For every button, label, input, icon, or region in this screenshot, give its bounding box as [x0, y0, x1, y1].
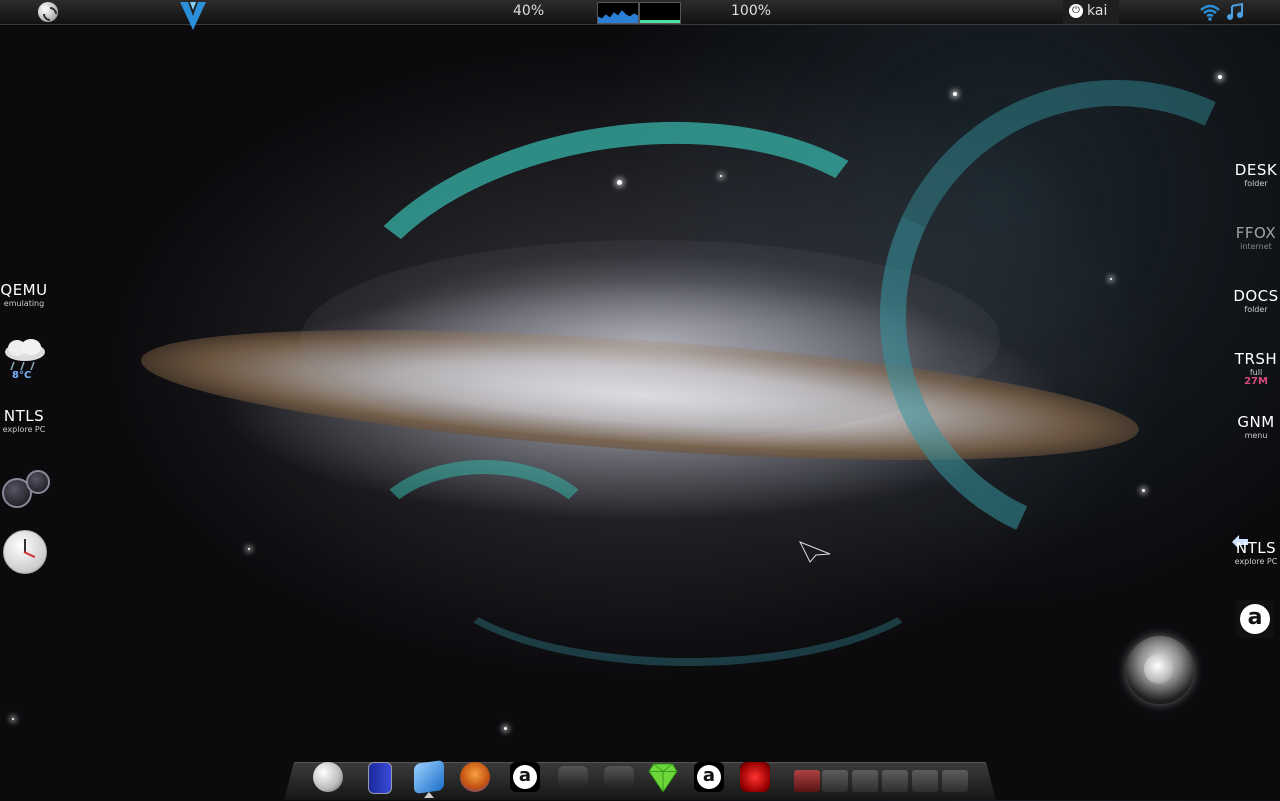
drive-icon[interactable] [558, 766, 588, 788]
v-logo-icon[interactable] [178, 0, 208, 34]
amarok-glyph: a [513, 765, 537, 789]
mouse-cursor-icon [798, 541, 831, 563]
star [1218, 75, 1222, 79]
star [504, 727, 507, 730]
launcher-title: NTLS [1235, 539, 1277, 557]
launcher-title: TRSH [1234, 350, 1278, 368]
launcher-desk[interactable]: DESK folder [1232, 163, 1280, 188]
amarok-icon[interactable]: a [510, 762, 540, 792]
power-orb-button[interactable] [1126, 636, 1194, 704]
clock-widget[interactable] [3, 530, 47, 574]
rain-cloud-icon [5, 339, 45, 371]
active-indicator [424, 792, 434, 798]
workspace-thumbnail[interactable] [852, 770, 878, 792]
workspace-thumbnail[interactable] [794, 770, 820, 792]
ntls-title: NTLS [3, 407, 45, 425]
launcher-gnm[interactable]: GNM menu [1232, 415, 1280, 440]
launcher-title: DESK [1234, 161, 1278, 179]
amarok-icon: a [1240, 604, 1270, 634]
music-note-icon[interactable] [1226, 3, 1246, 21]
launcher-trash[interactable]: TRSH full 27M [1232, 352, 1280, 387]
launcher-title: GNM [1237, 413, 1275, 431]
clock-hand [23, 551, 36, 558]
launcher-title: FFOX [1235, 224, 1277, 242]
launcher-subtitle: menu [1244, 431, 1268, 440]
gem-icon[interactable] [648, 762, 678, 792]
launcher-title: DOCS [1233, 287, 1279, 305]
teal-swoosh [307, 84, 957, 530]
cursor-app-icon[interactable] [414, 759, 444, 795]
qemu-launcher[interactable]: QEMU emulating [0, 283, 48, 308]
star [720, 175, 722, 177]
launcher-subtitle: folder [1244, 179, 1268, 188]
cpu-graph [597, 2, 639, 24]
qemu-subtitle: emulating [3, 299, 45, 308]
qemu-title: QEMU [0, 281, 48, 299]
ntls-launcher-left[interactable]: NTLS explore PC [0, 409, 48, 434]
volume-percent: 100% [731, 3, 772, 19]
user-menu[interactable]: ⏻ kai [1063, 0, 1119, 24]
star [12, 718, 14, 720]
launcher-ffox[interactable]: FFOX internet [1232, 226, 1280, 251]
wifi-icon[interactable] [1199, 3, 1221, 21]
trash-size: 27M [1244, 376, 1268, 387]
workspace-thumbnail[interactable] [912, 770, 938, 792]
yin-yang-icon[interactable] [313, 762, 343, 792]
drive-icon[interactable] [604, 766, 634, 788]
workspace-thumbnail[interactable] [942, 770, 968, 792]
workspace-thumbnail[interactable] [882, 770, 908, 792]
star [248, 548, 250, 550]
weather-widget[interactable]: 8°C [2, 338, 48, 386]
launcher-subtitle: explore PC [1234, 557, 1278, 566]
workspace-thumbnail[interactable] [822, 770, 848, 792]
star [1110, 278, 1112, 280]
amarok-icon[interactable]: a [694, 762, 724, 792]
memory-graph [639, 2, 681, 24]
launcher-ntls[interactable]: NTLS explore PC [1232, 541, 1280, 566]
star [1142, 489, 1145, 492]
power-icon [1144, 654, 1174, 684]
yin-yang-icon[interactable] [38, 2, 58, 22]
system-monitor-widget[interactable] [2, 470, 50, 508]
amarok-glyph: a [697, 765, 721, 789]
cat-app-icon[interactable] [460, 762, 490, 792]
swirl-app-icon[interactable] [740, 762, 770, 792]
file-manager-icon[interactable] [368, 762, 392, 794]
star [953, 92, 957, 96]
star [617, 180, 622, 185]
teal-swoosh [430, 470, 946, 666]
amarok-launcher[interactable]: a [1236, 600, 1274, 638]
launcher-docs[interactable]: DOCS folder [1232, 289, 1280, 314]
launcher-subtitle: internet [1240, 242, 1272, 251]
gauge-icon [26, 470, 50, 494]
launcher-subtitle: folder [1244, 305, 1268, 314]
top-panel: 40% 100% ⏻ kai [0, 0, 1280, 30]
cpu-percent: 40% [513, 3, 545, 19]
weather-temperature: 8°C [12, 370, 32, 381]
power-icon: ⏻ [1069, 4, 1083, 18]
ntls-subtitle: explore PC [2, 425, 46, 434]
user-name: kai [1087, 3, 1108, 19]
